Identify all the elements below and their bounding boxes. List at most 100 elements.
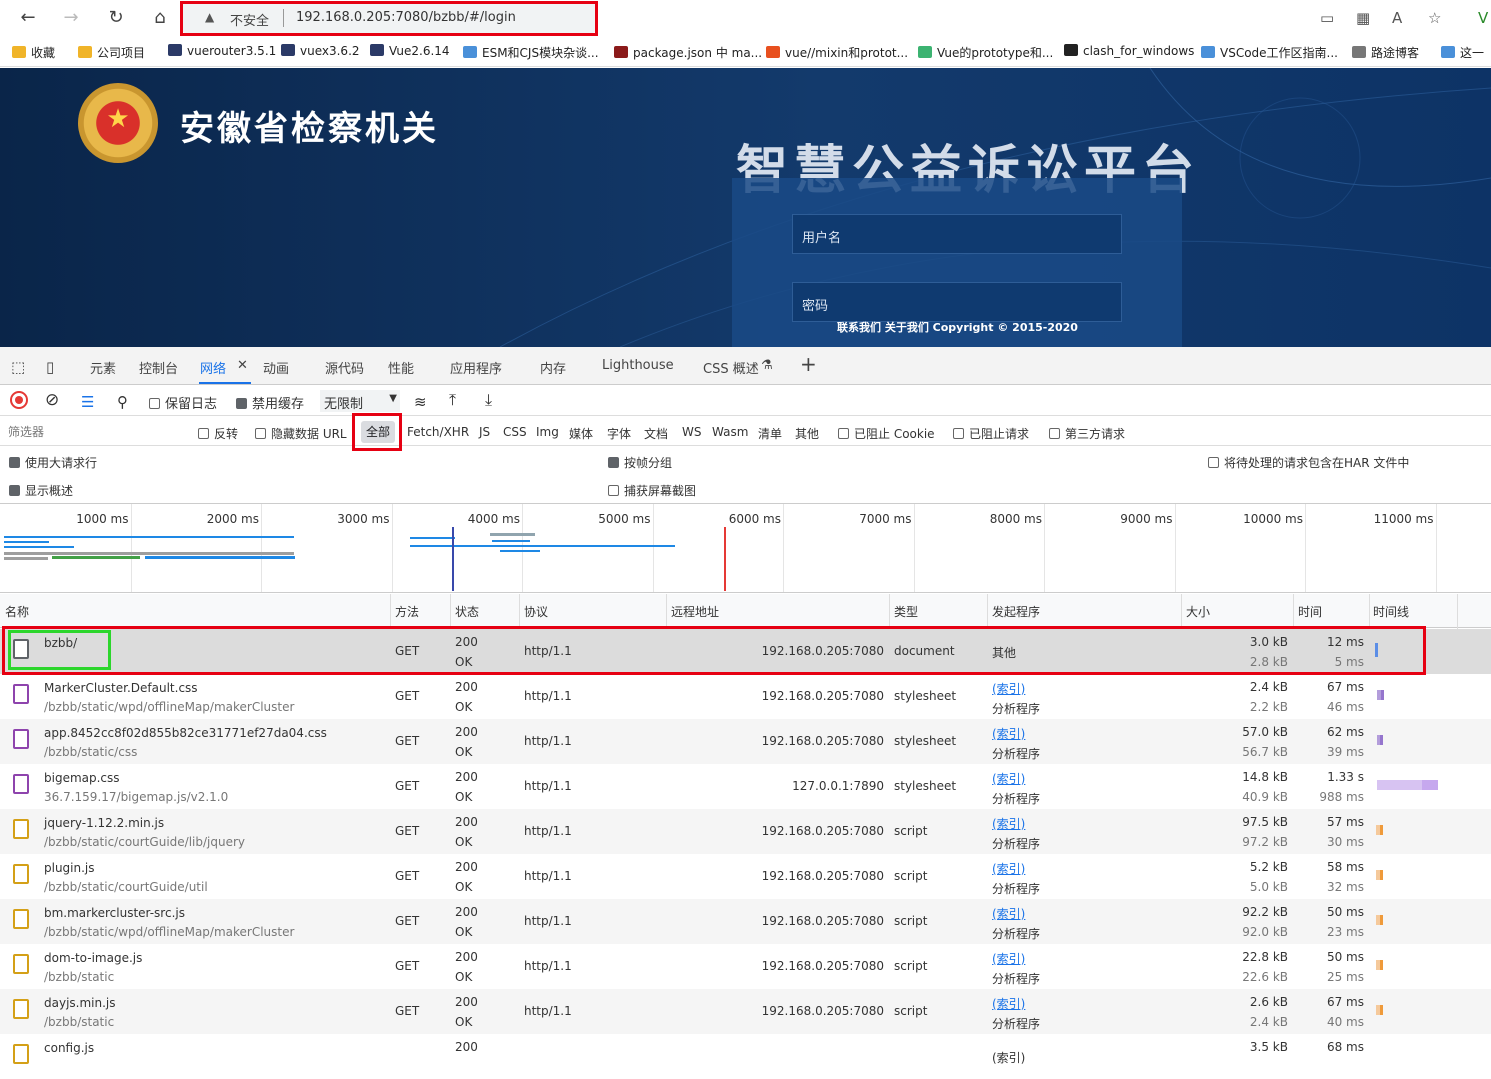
close-tab-icon[interactable]: ✕	[237, 358, 248, 373]
filter-type-button[interactable]: 媒体	[569, 425, 593, 442]
extension-icon[interactable]: V	[1478, 9, 1488, 27]
import-har-icon[interactable]: ⤒	[449, 390, 456, 410]
bookmark-label: vuex3.6.2	[300, 44, 360, 58]
devtools-tab[interactable]: 元素	[90, 358, 116, 377]
inspect-element-icon[interactable]: ⬚	[11, 358, 25, 376]
request-row[interactable]: bigemap.css 36.7.159.17/bigemap.js/v2.1.0…	[0, 764, 1491, 809]
bookmark-item[interactable]: vuex3.6.2	[281, 44, 360, 58]
devtools-tab[interactable]: 源代码	[325, 358, 364, 377]
devtools-tab[interactable]: 内存	[540, 358, 566, 377]
big-rows-checkbox[interactable]: 使用大请求行	[9, 454, 97, 471]
request-initiator[interactable]: (索引)	[992, 995, 1025, 1012]
request-initiator[interactable]: (索引)	[992, 905, 1025, 922]
devtools-tab[interactable]: 动画	[263, 358, 289, 377]
filter-type-button[interactable]: 文档	[644, 425, 668, 442]
column-header[interactable]: 名称	[5, 603, 29, 620]
bookmark-item[interactable]: VSCode工作区指南...	[1201, 44, 1338, 61]
column-header[interactable]: 时间	[1298, 603, 1322, 620]
request-initiator[interactable]: (索引)	[992, 770, 1025, 787]
request-row[interactable]: MarkerCluster.Default.css/bzbb/static/wp…	[0, 674, 1491, 719]
group-by-frame-checkbox[interactable]: 按帧分组	[608, 454, 672, 471]
filter-type-button[interactable]: 字体	[607, 425, 631, 442]
search-icon[interactable]: ⚲	[117, 393, 128, 411]
column-header[interactable]: 方法	[395, 603, 419, 620]
username-field[interactable]: 用户名	[792, 214, 1122, 254]
bookmark-item[interactable]: 收藏	[12, 44, 55, 61]
column-header[interactable]: 类型	[894, 603, 918, 620]
favorite-star-icon[interactable]: ☆	[1428, 9, 1441, 27]
reader-mode-icon[interactable]: ▭	[1320, 9, 1334, 27]
bookmark-item[interactable]: ESM和CJS模块杂谈...	[463, 44, 599, 61]
bookmark-item[interactable]: 路途博客	[1352, 44, 1419, 61]
request-initiator[interactable]: (索引)	[992, 860, 1025, 877]
filter-type-button[interactable]: 清单	[758, 425, 782, 442]
column-header[interactable]: 时间线	[1373, 603, 1409, 620]
column-header[interactable]: 发起程序	[992, 603, 1040, 620]
devtools-tab[interactable]: 性能	[388, 358, 414, 377]
export-har-icon[interactable]: ⤓	[485, 390, 492, 410]
bookmark-label: VSCode工作区指南...	[1220, 46, 1338, 60]
bookmark-item[interactable]: 这一	[1441, 44, 1484, 61]
blocked-requests-checkbox[interactable]: 已阻止请求	[953, 425, 1029, 442]
request-initiator[interactable]: (索引)	[992, 680, 1025, 697]
filter-type-button[interactable]: JS	[479, 425, 490, 439]
devtools-tab[interactable]: CSS 概述	[703, 358, 759, 377]
request-initiator[interactable]: (索引)	[992, 815, 1025, 832]
read-aloud-icon[interactable]: A	[1392, 9, 1402, 27]
bookmark-item[interactable]: clash_for_windows	[1064, 44, 1194, 58]
third-party-checkbox[interactable]: 第三方请求	[1049, 425, 1125, 442]
filter-type-button[interactable]: 其他	[795, 425, 819, 442]
request-row[interactable]: jquery-1.12.2.min.js/bzbb/static/courtGu…	[0, 809, 1491, 854]
request-initiator[interactable]: (索引)	[992, 725, 1025, 742]
request-row[interactable]: app.8452cc8f02d855b82ce31771ef27da04.css…	[0, 719, 1491, 764]
column-header[interactable]: 远程地址	[671, 603, 719, 620]
blocked-cookies-checkbox[interactable]: 已阻止 Cookie	[838, 425, 935, 442]
request-row[interactable]: plugin.js/bzbb/static/courtGuide/util GET…	[0, 854, 1491, 899]
har-pending-checkbox[interactable]: 将待处理的请求包含在HAR 文件中	[1208, 454, 1409, 471]
add-tab-icon[interactable]: +	[800, 352, 817, 376]
reload-icon[interactable]: ↻	[103, 6, 129, 30]
devtools-tab[interactable]: Lighthouse	[602, 358, 674, 373]
hide-data-urls-checkbox[interactable]: 隐藏数据 URL	[255, 425, 347, 442]
clear-icon[interactable]: ⊘	[45, 390, 59, 410]
devtools-tab[interactable]: 应用程序	[450, 358, 502, 377]
bookmark-item[interactable]: 公司项目	[78, 44, 145, 61]
device-toolbar-icon[interactable]: ▯	[46, 358, 54, 376]
filter-type-button[interactable]: Fetch/XHR	[407, 425, 469, 439]
column-header[interactable]: 协议	[524, 603, 548, 620]
filter-input[interactable]: 筛选器	[4, 421, 184, 443]
devtools-tab[interactable]: 网络	[200, 358, 226, 377]
request-row[interactable]: dayjs.min.js/bzbb/static GET 200 OK http/1.1…	[0, 989, 1491, 1034]
request-initiator[interactable]: (索引)	[992, 950, 1025, 967]
request-path: /bzbb/static/courtGuide/lib/jquery	[44, 835, 245, 849]
disable-cache-checkbox[interactable]: 禁用缓存	[236, 393, 304, 412]
capture-screenshots-checkbox[interactable]: 捕获屏幕截图	[608, 482, 696, 499]
show-overview-checkbox[interactable]: 显示概述	[9, 482, 73, 499]
column-header[interactable]: 状态	[455, 603, 479, 620]
request-row[interactable]: bm.markercluster-src.js/bzbb/static/wpd/…	[0, 899, 1491, 944]
filter-type-button[interactable]: Wasm	[712, 425, 748, 439]
record-icon[interactable]	[10, 391, 28, 409]
home-icon[interactable]: ⌂	[147, 6, 173, 30]
back-icon[interactable]: ←	[15, 6, 41, 30]
filter-icon[interactable]: ☰	[81, 393, 94, 411]
bookmark-item[interactable]: Vue2.6.14	[370, 44, 450, 58]
bookmark-item[interactable]: vue//mixin和protot...	[766, 44, 908, 61]
apps-icon[interactable]: ▦	[1356, 9, 1370, 27]
column-header[interactable]: 大小	[1186, 603, 1210, 620]
invert-checkbox[interactable]: 反转	[198, 425, 238, 442]
throttling-select[interactable]: 无限制 ▼	[320, 390, 400, 412]
devtools-tab[interactable]: 控制台	[139, 358, 178, 377]
filter-type-button[interactable]: WS	[682, 425, 701, 439]
bookmark-item[interactable]: vuerouter3.5.1	[168, 44, 276, 58]
network-conditions-icon[interactable]: ≋	[414, 393, 427, 411]
filter-type-button[interactable]: Img	[536, 425, 559, 439]
preserve-log-checkbox[interactable]: 保留日志	[149, 393, 217, 412]
bookmark-item[interactable]: Vue的prototype和...	[918, 44, 1053, 61]
bookmark-item[interactable]: package.json 中 ma...	[614, 44, 762, 61]
forward-icon[interactable]: →	[58, 6, 84, 30]
request-row[interactable]: config.js 200 (索引) 3.5 kB 68 ms	[0, 1034, 1491, 1079]
filter-type-button[interactable]: CSS	[503, 425, 527, 439]
password-field[interactable]: 密码	[792, 282, 1122, 322]
request-row[interactable]: dom-to-image.js/bzbb/static GET 200 OK http/…	[0, 944, 1491, 989]
